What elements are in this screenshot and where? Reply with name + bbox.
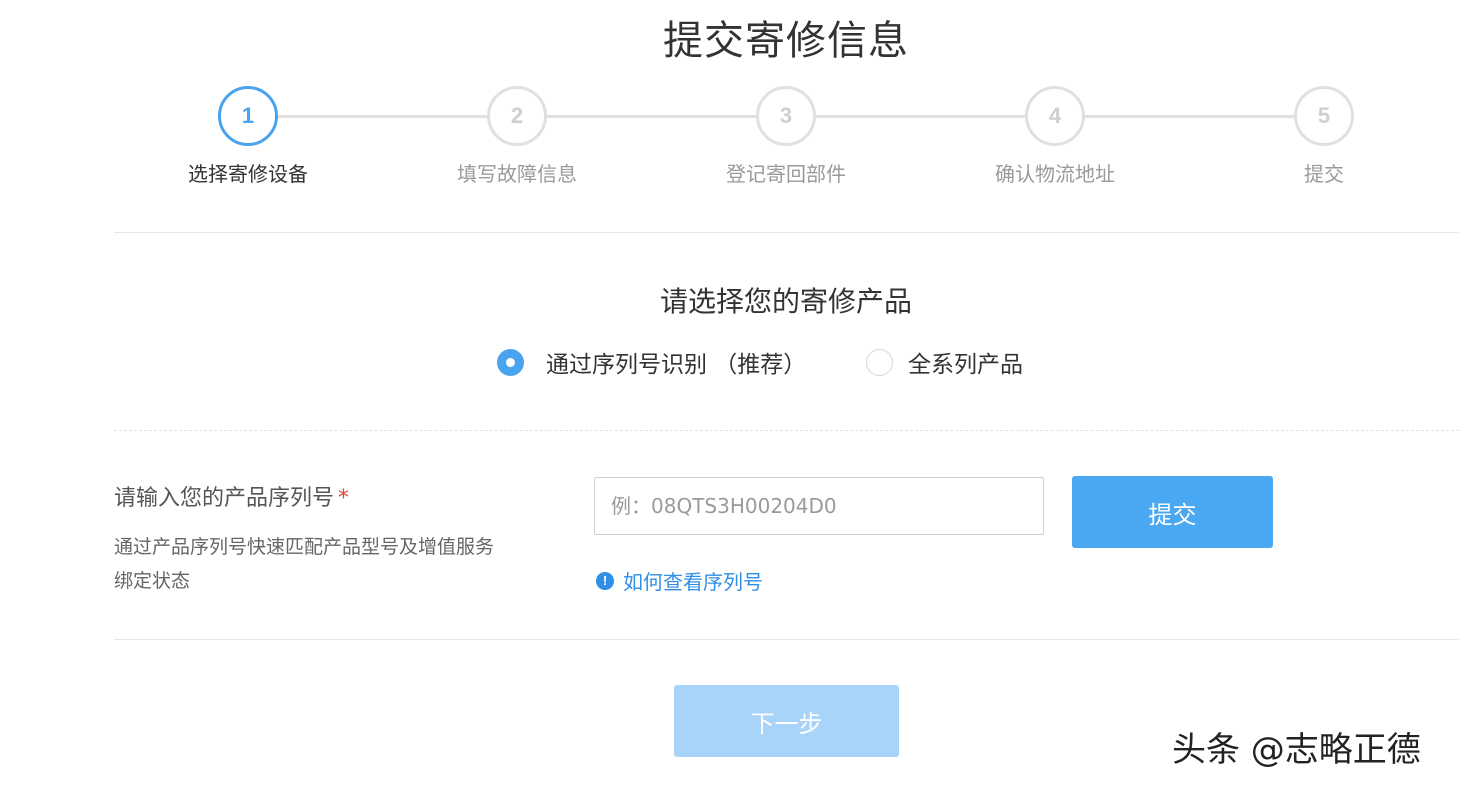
header-divider (114, 232, 1459, 233)
radio-all-products-label[interactable]: 全系列产品 (908, 345, 1023, 379)
step-4: 4 确认物流地址 (965, 86, 1145, 187)
serial-field-description: 通过产品序列号快速匹配产品型号及增值服务绑定状态 (114, 536, 495, 592)
radio-all-products[interactable]: 全系列产品 (866, 345, 1023, 379)
next-step-button[interactable]: 下一步 (674, 685, 899, 757)
how-to-find-serial-link[interactable]: ! 如何查看序列号 (596, 566, 763, 595)
step-1-label: 选择寄修设备 (188, 162, 308, 186)
step-5-label: 提交 (1304, 162, 1344, 186)
step-4-circle: 4 (1025, 86, 1085, 146)
step-3-label: 登记寄回部件 (726, 162, 846, 186)
step-1: 1 选择寄修设备 (158, 86, 338, 187)
step-2: 2 填写故障信息 (427, 86, 607, 187)
section-dashed-divider (114, 430, 1459, 431)
serial-submit-button[interactable]: 提交 (1072, 476, 1273, 548)
step-3-circle: 3 (756, 86, 816, 146)
step-1-circle: 1 (218, 86, 278, 146)
radio-all-products-dot[interactable] (866, 348, 893, 376)
footer-divider (114, 639, 1459, 640)
how-to-find-serial-text[interactable]: 如何查看序列号 (623, 566, 763, 595)
step-2-circle: 2 (487, 86, 547, 146)
progress-stepper: 1 选择寄修设备 2 填写故障信息 3 登记寄回部件 4 确认物流地址 5 提交 (0, 86, 1464, 196)
required-mark: * (338, 486, 350, 511)
serial-number-input[interactable] (594, 477, 1044, 535)
serial-field-label: 请输入您的产品序列号 * (114, 480, 349, 512)
radio-serial-recognition-dot[interactable] (497, 348, 524, 376)
step-4-label: 确认物流地址 (995, 162, 1115, 186)
step-5: 5 提交 (1234, 86, 1414, 187)
watermark: 头条 @志略正德 (1172, 730, 1421, 770)
product-select-title: 请选择您的寄修产品 (659, 285, 912, 318)
step-2-label: 填写故障信息 (457, 162, 577, 186)
product-select-radio-group: 通过序列号识别 （推荐） 全系列产品 (0, 345, 1464, 385)
step-5-circle: 5 (1294, 86, 1354, 146)
serial-label-text: 请输入您的产品序列号 (114, 486, 335, 511)
step-3: 3 登记寄回部件 (696, 86, 876, 187)
info-icon: ! (596, 571, 614, 590)
radio-serial-recognition[interactable]: 通过序列号识别 （推荐） (497, 345, 806, 379)
page-title: 提交寄修信息 (663, 18, 909, 64)
radio-serial-recognition-label[interactable]: 通过序列号识别 （推荐） (546, 345, 806, 379)
